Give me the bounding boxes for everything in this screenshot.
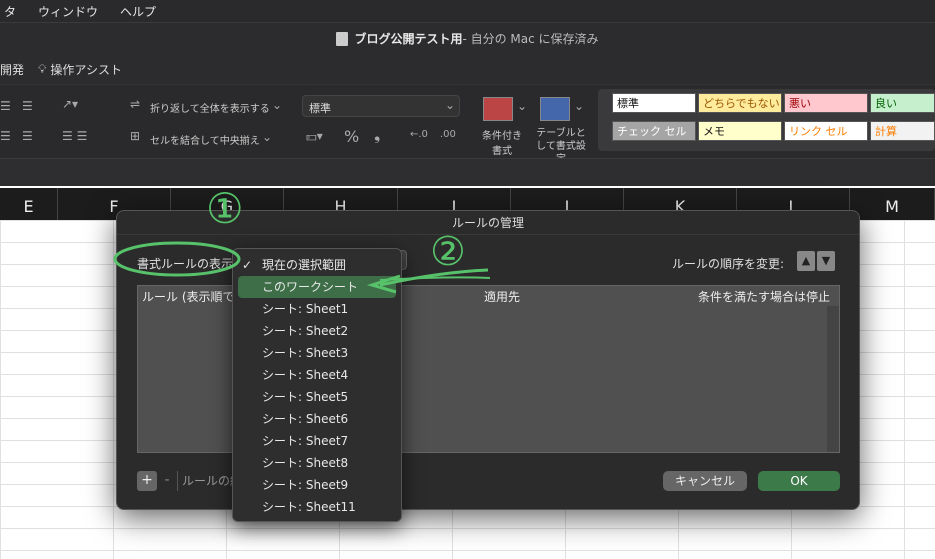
menu-item-window[interactable]: ウィンドウ [38,3,98,20]
align-icon[interactable]: ☰ [0,99,11,113]
indent-left-icon[interactable]: ☰ [0,129,11,143]
ok-button[interactable]: OK [758,471,840,491]
lightbulb-icon: 💡︎ [38,61,47,76]
popup-menu-item-label: シート: Sheet7 [262,434,349,448]
save-status: - 自分の Mac に保存済み [462,32,599,46]
stop-if-true-column-header: 条件を満たす場合は停止 [698,290,831,304]
number-format-select[interactable]: 標準 ⌄ [302,95,460,117]
remove-rule-button[interactable]: - [159,471,175,491]
popup-menu-item[interactable]: シート: Sheet3 [238,342,396,364]
document-name: ブログ公開テスト用 [354,32,463,46]
menu-item-help[interactable]: ヘルプ [120,3,156,20]
cancel-button[interactable]: キャンセル [663,471,747,491]
increase-decimal-icon[interactable]: ←.0 [410,129,428,140]
align-bottom-icon[interactable]: ☰ [22,99,33,113]
merge-center-button[interactable]: セルを結合して中央揃え [150,132,260,147]
menu-item-data[interactable]: タ [4,3,16,20]
popup-menu-item-label: シート: Sheet4 [262,368,349,382]
formula-bar[interactable] [0,158,935,186]
cell-style[interactable]: 計算 [870,121,935,141]
popup-menu-item[interactable]: シート: Sheet7 [238,430,396,452]
popup-menu-item-label: シート: Sheet5 [262,390,349,404]
percent-button[interactable]: % [344,127,359,146]
rules-list-scrollbar[interactable] [827,306,839,452]
annotation-two: ② [430,229,466,275]
menu-bar: タ ウィンドウ ヘルプ [0,0,935,22]
currency-icon[interactable]: 💴︎▾ [306,129,323,144]
cell-style[interactable]: 良い [870,93,935,113]
popup-menu-item-label: シート: Sheet11 [262,500,356,514]
column-header[interactable]: E [0,188,58,220]
decrease-decimal-icon[interactable]: .00 [440,129,456,140]
popup-menu-item-label: シート: Sheet8 [262,456,349,470]
cell-style[interactable]: リンク セル [784,121,868,141]
orientation-icon[interactable]: ↗▾ [62,97,78,111]
indent-right-icon[interactable]: ☰ ☰ [62,129,87,143]
cell-style[interactable]: 悪い [784,93,868,113]
chevron-down-icon: ⌄ [444,98,455,112]
conditional-format-icon[interactable] [483,97,513,121]
ribbon-tabs: 開発 💡︎ 操作アシスト [0,54,935,84]
window-title-bar: ブログ公開テスト用 - 自分の Mac に保存済み [0,22,935,54]
popup-menu-item[interactable]: シート: Sheet1 [238,298,396,320]
cell-style[interactable]: 標準 [612,93,696,113]
chevron-down-icon[interactable]: ⌄ [272,98,282,112]
add-rule-button[interactable]: + [137,471,157,491]
wrap-icon: ⇌ [130,97,141,111]
annotation-one: ① [206,184,244,233]
cell-style[interactable]: チェック セル [612,121,696,141]
indent-icon[interactable]: ☰ [22,129,33,143]
wrap-text-button[interactable]: 折り返して全体を表示する [150,100,270,115]
popup-menu-item[interactable]: シート: Sheet6 [238,408,396,430]
arrow-down-icon: ▼ [821,254,831,267]
tab-assist[interactable]: 操作アシスト [50,61,122,78]
cell-style[interactable]: メモ [698,121,782,141]
ribbon: ☰ ☰ ↗▾ ☰ ☰ ☰ ☰ ⇌ 折り返して全体を表示する ⌄ ⊞ セルを結合し… [0,84,935,165]
tab-developer[interactable]: 開発 [0,61,24,78]
popup-menu-item-label: シート: Sheet9 [262,478,349,492]
edit-rule-button[interactable]: ルールの編 [177,471,237,491]
conditional-format-button[interactable]: 条件付き 書式 [482,127,522,157]
chevron-down-icon[interactable]: ⌄ [262,130,272,144]
rule-order-label: ルールの順序を変更: [672,257,785,271]
popup-menu-item[interactable]: シート: Sheet8 [238,452,396,474]
chevron-down-icon[interactable]: ⌄ [574,99,584,113]
popup-menu-item-label: シート: Sheet2 [262,324,349,338]
chevron-down-icon[interactable]: ⌄ [517,99,527,113]
column-header[interactable]: M [850,188,935,220]
merge-icon: ⊞ [130,129,141,143]
popup-menu-item[interactable]: シート: Sheet2 [238,320,396,342]
cell-style[interactable]: どちらでもない [698,93,782,113]
arrow-up-icon: ▲ [801,254,811,267]
move-down-button[interactable]: ▼ [817,251,835,271]
comma-button[interactable]: ❟ [374,125,380,145]
move-up-button[interactable]: ▲ [797,251,815,271]
popup-menu-item-label: シート: Sheet1 [262,302,349,316]
table-format-icon[interactable] [540,97,570,121]
popup-menu-item[interactable]: シート: Sheet11 [238,496,396,518]
popup-menu-item[interactable]: シート: Sheet4 [238,364,396,386]
popup-menu-item-label: シート: Sheet6 [262,412,349,426]
popup-menu-item-label: シート: Sheet3 [262,346,349,360]
popup-menu-item[interactable]: シート: Sheet9 [238,474,396,496]
number-format-value: 標準 [309,102,331,115]
annotation-ellipse [113,241,241,277]
document-icon [336,31,349,46]
popup-menu-item[interactable]: シート: Sheet5 [238,386,396,408]
